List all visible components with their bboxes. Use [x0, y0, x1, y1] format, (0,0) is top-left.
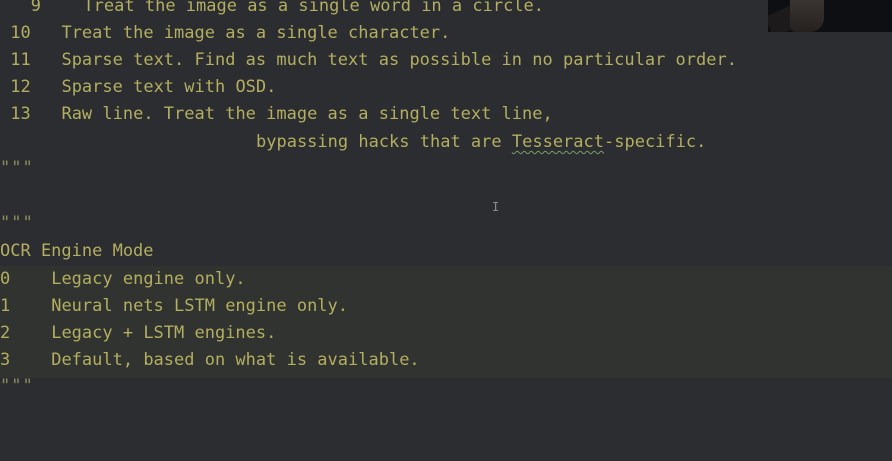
- code-line-12: 12 Sparse text with OSD.: [0, 74, 276, 101]
- mode-number: 12: [10, 77, 31, 97]
- mode-description: Sparse text with OSD.: [61, 77, 277, 97]
- oem-number: 2: [0, 323, 11, 343]
- mode-number: 11: [10, 50, 31, 70]
- oem-line-2: 2 Legacy + LSTM engines.: [0, 320, 276, 347]
- oem-description: Neural nets LSTM engine only.: [51, 296, 349, 316]
- code-line-13-continuation: bypassing hacks that are Tesseract-speci…: [256, 129, 706, 156]
- oem-line-0: 0 Legacy engine only.: [0, 266, 246, 293]
- code-line-10: 10 Treat the image as a single character…: [0, 20, 450, 47]
- oem-title: OCR Engine Mode: [0, 241, 154, 261]
- mode-description: Treat the image as a single character.: [61, 23, 451, 43]
- docstring-close-quotes: """: [0, 158, 34, 178]
- spellcheck-word-tesseract[interactable]: Tesseract: [512, 132, 604, 152]
- code-line-13: 13 Raw line. Treat the image as a single…: [0, 101, 553, 128]
- mode-number: 10: [10, 23, 31, 43]
- oem-line-1: 1 Neural nets LSTM engine only.: [0, 293, 348, 320]
- oem-number: 3: [0, 350, 11, 370]
- mode-description: Sparse text. Find as much text as possib…: [61, 50, 737, 70]
- docstring-open-quotes: """: [0, 213, 34, 233]
- oem-number: 0: [0, 269, 11, 289]
- code-editor[interactable]: 9 Treat the image as a single word in a …: [0, 0, 892, 461]
- code-line-9: 9 Treat the image as a single word in a …: [0, 0, 544, 20]
- oem-description: Legacy + LSTM engines.: [51, 323, 277, 343]
- mode-description: Treat the image as a single word in a ci…: [83, 0, 545, 16]
- webcam-person: [790, 0, 824, 32]
- mode-number: 13: [10, 104, 31, 124]
- webcam-overlay: [768, 0, 892, 32]
- mode-number: 9: [20, 0, 41, 16]
- text-cursor-icon: I: [492, 200, 500, 214]
- docstring-close-quotes-2: """: [0, 376, 34, 396]
- oem-description: Default, based on what is available.: [51, 350, 420, 370]
- mode-description: Raw line. Treat the image as a single te…: [61, 104, 553, 124]
- code-line-11: 11 Sparse text. Find as much text as pos…: [0, 47, 737, 74]
- oem-description: Legacy engine only.: [51, 269, 246, 289]
- oem-number: 1: [0, 296, 11, 316]
- continuation-text: bypassing hacks that are: [256, 132, 512, 152]
- oem-line-3: 3 Default, based on what is available.: [0, 347, 420, 374]
- continuation-text-end: -specific.: [604, 132, 707, 152]
